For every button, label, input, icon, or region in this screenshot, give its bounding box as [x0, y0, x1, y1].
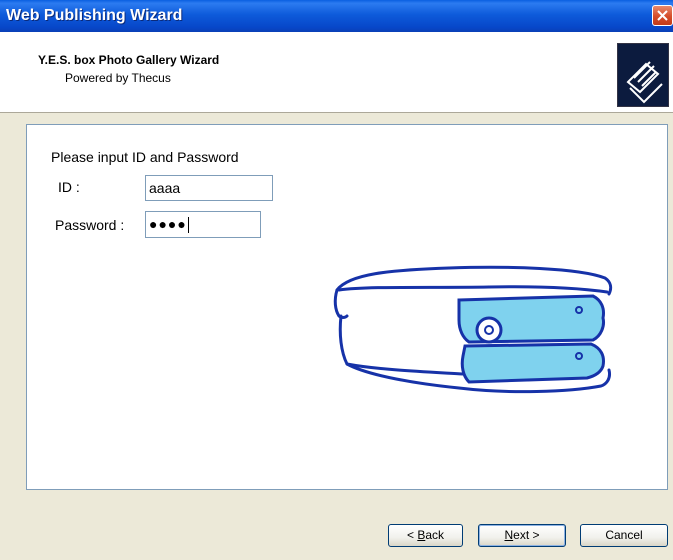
next-button-label: ext > — [513, 528, 540, 542]
id-input[interactable]: aaaa — [145, 175, 273, 201]
close-button[interactable] — [652, 5, 673, 26]
back-button[interactable]: < Back — [388, 524, 463, 547]
id-label: ID : — [58, 179, 80, 195]
title-bar[interactable]: Web Publishing Wizard — [0, 0, 673, 32]
text-cursor — [187, 217, 189, 234]
close-icon — [657, 10, 668, 21]
back-button-prefix: < — [406, 528, 418, 542]
publish-icon — [617, 43, 669, 107]
cancel-button-label: Cancel — [605, 528, 643, 542]
wizard-subtitle: Powered by Thecus — [65, 71, 171, 85]
password-label: Password : — [55, 217, 125, 233]
window-title: Web Publishing Wizard — [6, 7, 183, 24]
content-panel: Please input ID and Password ID : aaaa P… — [26, 124, 668, 490]
next-button[interactable]: Next > — [478, 524, 566, 547]
storage-device-illustration — [333, 265, 613, 394]
back-button-label: ack — [425, 528, 445, 542]
form-prompt: Please input ID and Password — [51, 149, 239, 165]
cancel-button[interactable]: Cancel — [580, 524, 668, 547]
password-value: ●●●● — [149, 216, 187, 232]
wizard-title: Y.E.S. box Photo Gallery Wizard — [38, 53, 220, 67]
id-value: aaaa — [149, 180, 181, 196]
wizard-header: Y.E.S. box Photo Gallery Wizard Powered … — [0, 32, 673, 113]
next-button-mnemonic: N — [504, 528, 514, 542]
password-input[interactable]: ●●●● — [145, 211, 261, 238]
